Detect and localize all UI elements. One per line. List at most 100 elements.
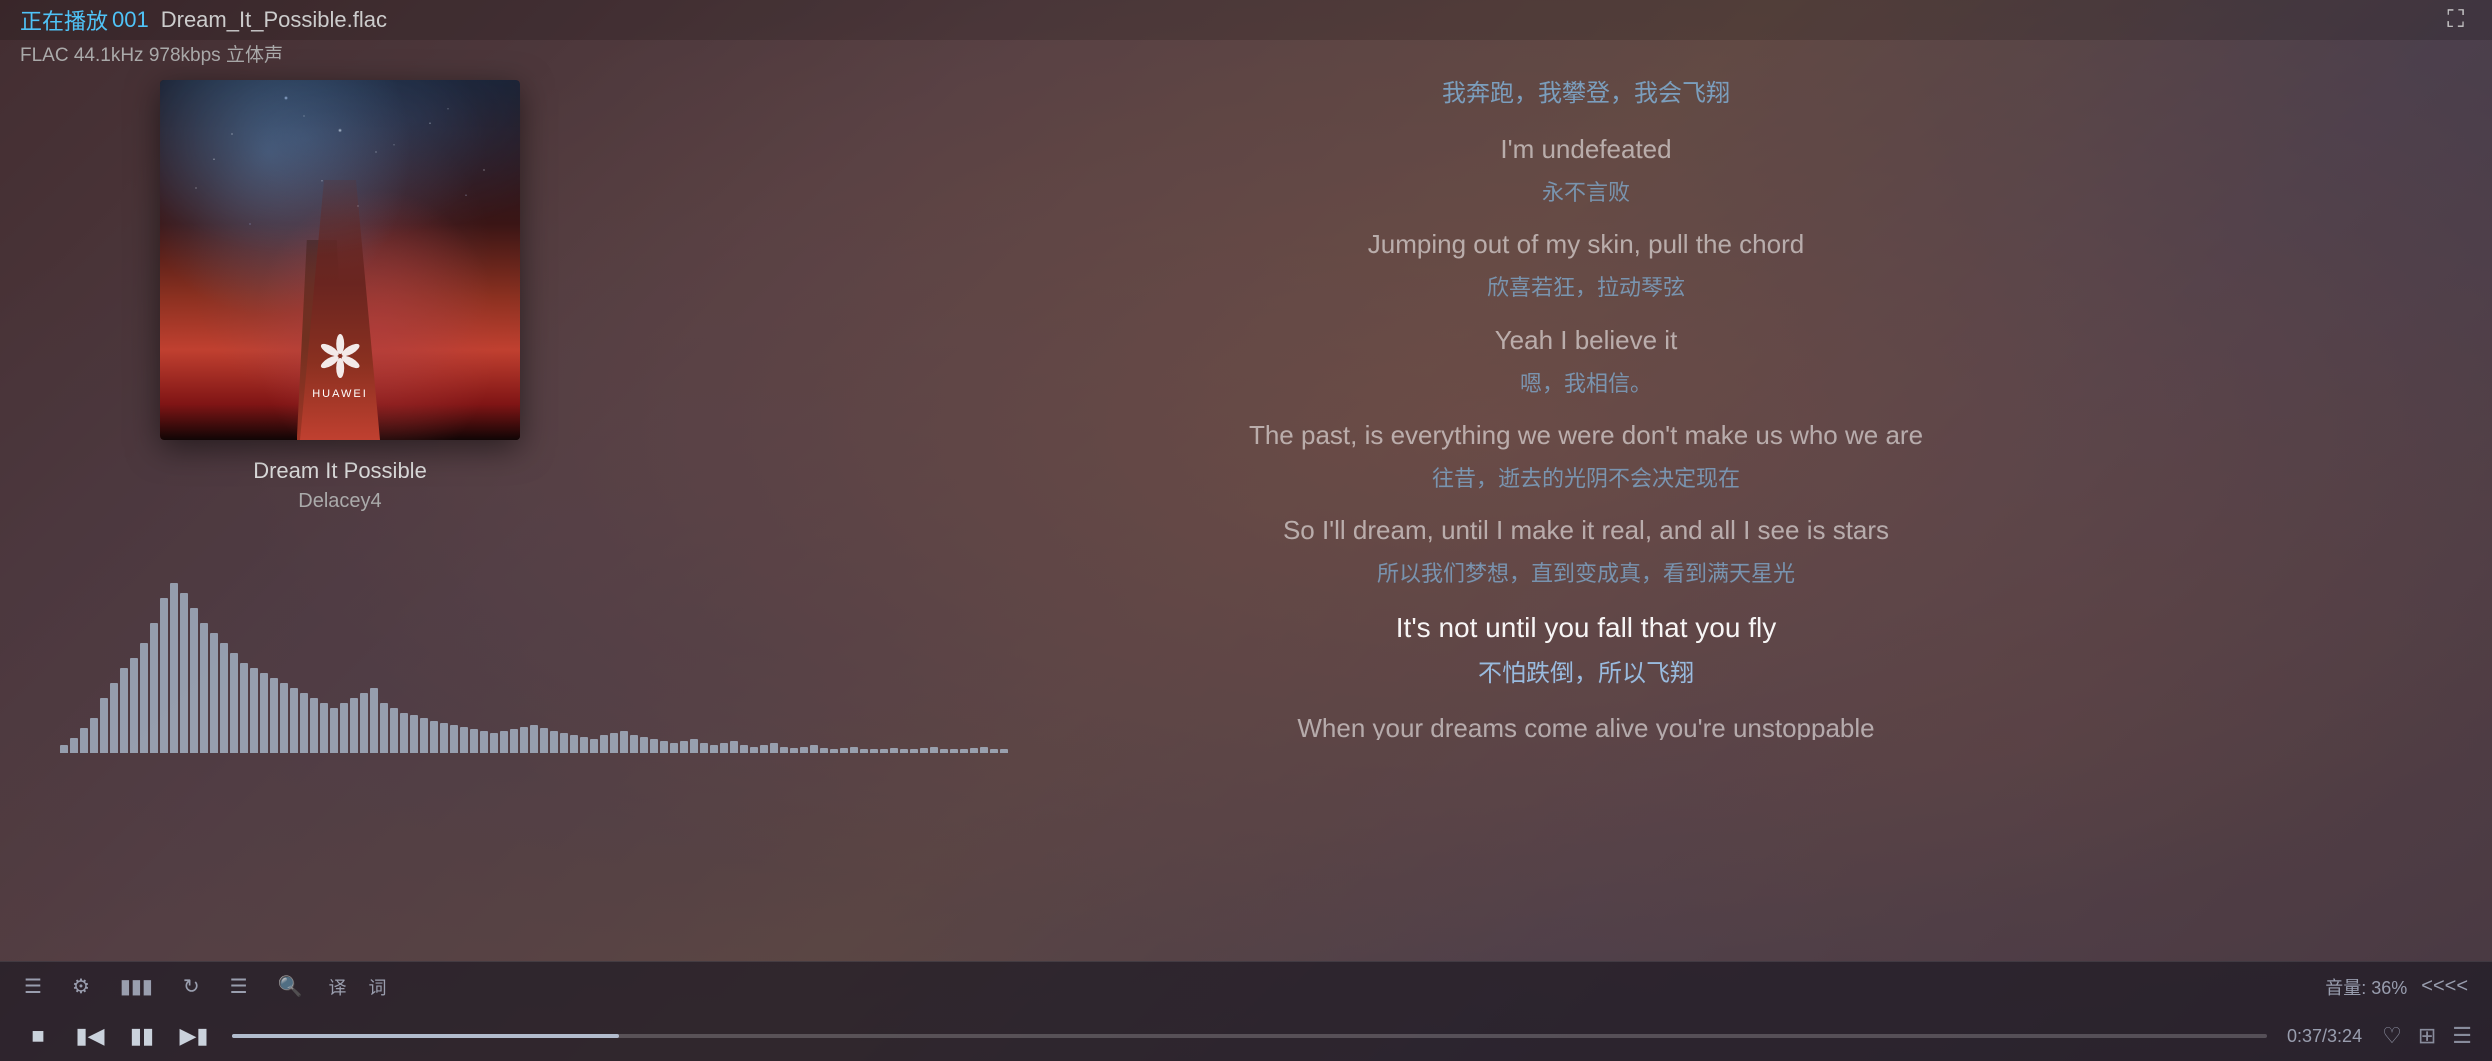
album-art: HUAWEI (160, 80, 520, 440)
vis-bar (950, 749, 958, 753)
vis-bar (310, 698, 318, 753)
vis-bar (270, 678, 278, 753)
vis-bar (360, 693, 368, 753)
vis-bar (530, 725, 538, 753)
vis-bar (900, 749, 908, 753)
vis-bar (500, 731, 508, 753)
vis-bar (890, 748, 898, 753)
playlist-icon[interactable]: ☰ (2452, 1023, 2472, 1049)
app-container: 正在播放 001 Dream_It_Possible.flac ⛶ FLAC 4… (0, 0, 2492, 1061)
left-panel: HUAWEI Dream It Possible Delacey4 (0, 60, 680, 753)
vis-bar (410, 715, 418, 753)
lyric-line-en: When your dreams come alive you're unsto… (740, 706, 2432, 740)
vis-bar (610, 733, 618, 753)
vis-bar (640, 737, 648, 753)
vis-bar (650, 739, 658, 753)
repeat-icon[interactable]: ↻ (179, 970, 204, 1003)
prev-button[interactable]: ▮◀ (72, 1018, 108, 1054)
vis-bar (480, 731, 488, 753)
lyric-line-cn: 嗯，我相信。 (740, 366, 2432, 401)
translate-button[interactable]: 译 (329, 974, 347, 1000)
vis-bar (930, 747, 938, 753)
vis-bar (490, 733, 498, 753)
lyric-line-cn: 欣喜若狂，拉动琴弦 (740, 270, 2432, 305)
vis-bar (170, 583, 178, 753)
vis-bar (550, 731, 558, 753)
vis-bar (980, 747, 988, 753)
vis-bar (720, 743, 728, 753)
vis-bar (470, 729, 478, 753)
main-content: HUAWEI Dream It Possible Delacey4 我奔跑，我攀… (0, 40, 2492, 961)
vis-bar (390, 708, 398, 753)
lyric-line-en: Yeah I believe it (740, 318, 2432, 362)
vis-bar (750, 747, 758, 753)
lyric-line-cn: 不怕跌倒，所以飞翔 (740, 655, 2432, 693)
pause-button[interactable]: ▮▮ (124, 1018, 160, 1054)
vis-bar (230, 653, 238, 753)
vis-bar (420, 718, 428, 753)
vis-bar (810, 745, 818, 753)
vis-bar (730, 741, 738, 753)
vis-bar (820, 748, 828, 753)
next-button[interactable]: ▶▮ (176, 1018, 212, 1054)
vis-bar (880, 749, 888, 753)
list-icon[interactable]: ☰ (226, 970, 252, 1003)
vis-bar (570, 735, 578, 753)
vis-bar (960, 749, 968, 753)
search-icon[interactable]: 🔍 (274, 970, 307, 1003)
volume-display: 音量: 36% (2325, 974, 2407, 1000)
vis-bar (850, 747, 858, 753)
settings-icon[interactable]: ⚙ (68, 970, 94, 1003)
vis-bar (1000, 749, 1008, 753)
vis-bar (830, 749, 838, 753)
vis-bar (700, 743, 708, 753)
expand-button[interactable]: ⛶ (2439, 2, 2472, 38)
vis-bar (710, 745, 718, 753)
vis-bar (240, 663, 248, 753)
lyrics-button[interactable]: 词 (369, 974, 387, 1000)
vis-bar (460, 727, 468, 753)
vis-bar (520, 727, 528, 753)
progress-bar[interactable] (232, 1034, 2267, 1038)
vis-bar (330, 708, 338, 753)
track-number: 001 (112, 7, 149, 33)
bottom-bar: ☰ ⚙ ▮▮▮ ↻ ☰ 🔍 译 词 音量: 36% <<<< ■ ▮◀ ▮▮ ▶… (0, 961, 2492, 1061)
vis-bar (870, 749, 878, 753)
vis-bar (760, 745, 768, 753)
progress-fill (232, 1034, 619, 1038)
lyric-line-en: Jumping out of my skin, pull the chord (740, 222, 2432, 266)
vis-bar (910, 749, 918, 753)
vis-bar (770, 743, 778, 753)
vis-bar (120, 668, 128, 753)
stop-button[interactable]: ■ (20, 1018, 56, 1054)
menu-icon[interactable]: ☰ (20, 970, 46, 1003)
vis-bar (440, 723, 448, 753)
volume-down-icon[interactable]: <<<< (2417, 971, 2472, 1002)
lyric-line-cn: 往昔，逝去的光阴不会决定现在 (740, 461, 2432, 496)
vis-bar (740, 745, 748, 753)
vis-bar (690, 739, 698, 753)
bottom-right-icons: ♡ ⊞ ☰ (2382, 1023, 2472, 1049)
title-bar: 正在播放 001 Dream_It_Possible.flac ⛶ (0, 0, 2492, 40)
grid-icon[interactable]: ⊞ (2418, 1023, 2436, 1049)
vis-bar (790, 748, 798, 753)
lyric-line: 我奔跑，我攀登，我会飞翔 (740, 74, 2432, 115)
vis-bar (600, 735, 608, 753)
vis-bar (450, 725, 458, 753)
vis-bar (110, 683, 118, 753)
vis-bar (940, 749, 948, 753)
vis-bar (430, 721, 438, 753)
lyric-line-en: It's not until you fall that you fly (740, 604, 2432, 652)
spectrum-icon[interactable]: ▮▮▮ (116, 970, 157, 1003)
huawei-text: HUAWEI (312, 388, 368, 400)
lyric-line-en: I'm undefeated (740, 127, 2432, 171)
vis-bar (860, 749, 868, 753)
vis-bar (180, 593, 188, 753)
vis-bar (590, 739, 598, 753)
vis-bar (840, 748, 848, 753)
vis-bar (350, 698, 358, 753)
vis-bar (190, 608, 198, 753)
favorite-icon[interactable]: ♡ (2382, 1023, 2402, 1049)
lyric-line-cn: 所以我们梦想，直到变成真，看到满天星光 (740, 556, 2432, 591)
vis-bar (260, 673, 268, 753)
